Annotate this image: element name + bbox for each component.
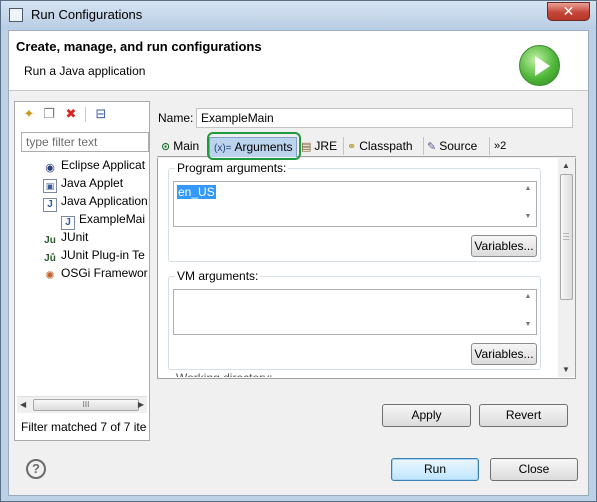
tab-separator [489,137,490,155]
java-application-icon: J [43,198,57,212]
vm-arguments-label: VM arguments: [175,269,261,283]
dialog-body: Create, manage, and run configurations R… [8,30,589,496]
help-icon[interactable]: ? [26,459,46,479]
arguments-tab-highlight [207,132,301,160]
dialog-header: Create, manage, and run configurations R… [9,31,588,91]
tree-horizontal-scrollbar[interactable]: ◀ III ▶ [17,396,147,413]
header-title: Create, manage, and run configurations [16,39,262,54]
run-button[interactable]: Run [391,458,479,481]
program-arguments-text: en_US [177,185,216,199]
classpath-tab-icon: ⚭ [347,141,357,153]
osgi-icon: ✺ [45,270,55,282]
vm-arguments-scrollbar[interactable]: ▲ ▼ [521,291,535,333]
scroll-up-icon[interactable]: ▲ [521,185,535,193]
more-tabs-button[interactable]: »2 [494,137,506,157]
tab-jre[interactable]: ▤ JRE [301,137,337,157]
filter-status: Filter matched 7 of 7 ite [21,420,147,434]
tab-separator [343,137,344,155]
tab-separator [423,137,424,155]
scrollbar-thumb[interactable]: III [33,399,139,411]
duplicate-icon[interactable]: ❐ [41,106,57,122]
tree-item-osgi-framework[interactable]: ✺ OSGi Framewor [43,264,147,282]
source-tab-icon: ✎ [427,141,437,153]
run-play-icon [519,45,560,86]
jre-tab-icon: ▤ [301,141,312,153]
apply-button[interactable]: Apply [382,404,471,427]
scroll-up-icon[interactable]: ▲ [562,161,570,170]
close-button[interactable]: Close [490,458,578,481]
window-title: Run Configurations [31,7,143,22]
tab-source[interactable]: ✎ Source [427,137,477,157]
vm-arguments-group: VM arguments: ▲ ▼ Variables... [168,269,541,370]
arguments-tab-content: Program arguments: en_US ▲ ▼ Variables..… [157,158,576,379]
name-label: Name: [158,111,194,125]
scrollbar-thumb[interactable]: — — — [560,174,573,300]
tree-item-examplemain[interactable]: J ExampleMai [61,210,146,230]
tree-item-junit-plugin-test[interactable]: Jů JUnit Plug-in Te [43,246,145,264]
tab-main[interactable]: ⊙ Main [161,137,199,157]
eclipse-icon: ◉ [45,162,55,174]
scroll-down-icon[interactable]: ▼ [562,365,570,374]
name-field[interactable] [196,108,573,128]
scroll-down-icon[interactable]: ▼ [521,213,535,221]
program-variables-button[interactable]: Variables... [471,235,537,257]
tab-content-scrollbar[interactable]: ▲ — — — ▼ [558,158,575,377]
filter-input[interactable] [21,132,149,152]
scroll-up-icon[interactable]: ▲ [521,293,535,301]
vm-arguments-field[interactable]: ▲ ▼ [173,289,537,335]
list-toolbar: ✦ ❐ ✖ ⊟ [17,104,147,124]
main-tab-icon: ⊙ [161,141,171,153]
header-subtitle: Run a Java application [24,64,146,78]
tab-classpath[interactable]: ⚭ Classpath [347,137,413,157]
vm-variables-button[interactable]: Variables... [471,343,537,365]
program-arguments-group: Program arguments: en_US ▲ ▼ Variables..… [168,161,541,262]
app-icon [9,8,23,22]
program-arguments-field[interactable]: en_US ▲ ▼ [173,181,537,227]
program-arguments-scrollbar[interactable]: ▲ ▼ [521,183,535,225]
working-directory-label: Working directory: [176,371,272,377]
program-arguments-value: en_US [177,185,216,199]
tree-item-java-applet[interactable]: ▣ Java Applet [43,174,123,193]
scroll-down-icon[interactable]: ▼ [521,321,535,329]
revert-button[interactable]: Revert [479,404,568,427]
scroll-right-icon[interactable]: ▶ [138,400,144,409]
close-window-button[interactable]: ✕ [547,2,590,21]
configuration-tree: ◉ Eclipse Applicat ▣ Java Applet J Java App… [15,156,149,396]
configuration-list-panel: ✦ ❐ ✖ ⊟ ◉Eclipse Applicat ▣Java Applet J… [14,101,150,441]
run-configurations-window: Run Configurations ✕ Create, manage, and… [0,0,597,502]
new-configuration-icon[interactable]: ✦ [21,106,37,122]
java-applet-icon: ▣ [43,179,57,193]
title-bar[interactable]: Run Configurations ✕ [1,1,596,29]
scrollbar-grip: — — — [563,231,569,243]
scroll-left-icon[interactable]: ◀ [20,400,26,409]
tree-item-java-application[interactable]: J Java Application [43,192,148,212]
toolbar-divider [85,107,86,122]
delete-icon[interactable]: ✖ [63,106,79,122]
program-arguments-label: Program arguments: [175,161,289,175]
tree-item-junit[interactable]: Ju JUnit [43,228,88,246]
tree-item-eclipse-application[interactable]: ◉ Eclipse Applicat [43,156,145,174]
collapse-all-icon[interactable]: ⊟ [93,106,109,122]
